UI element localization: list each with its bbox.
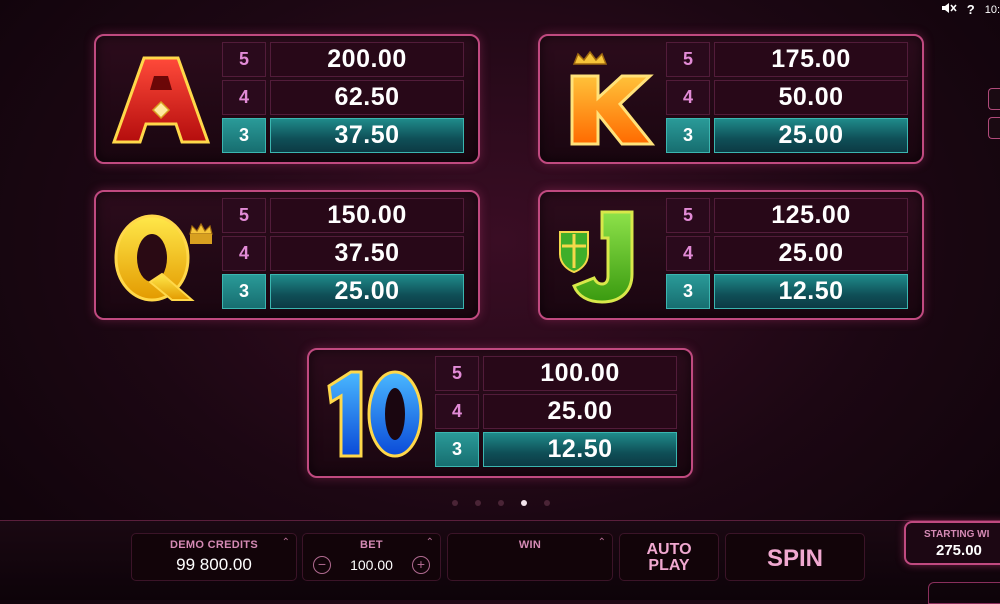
pay-value: 12.50 [714, 274, 908, 309]
symbol-j-icon [550, 202, 660, 308]
side-tab-top[interactable] [988, 88, 1000, 110]
credits-panel[interactable]: DEMO CREDITS 99 800.00 ⌃ [131, 533, 297, 581]
starting-win-value: 275.00 [936, 542, 982, 559]
pay-value: 37.50 [270, 118, 464, 153]
speaker-mute-icon[interactable] [941, 2, 957, 17]
pay-value: 62.50 [270, 80, 464, 115]
autoplay-label-line1: AUTO [646, 541, 692, 558]
bet-decrease-button[interactable]: − [313, 556, 331, 574]
paytable-card-j: 5 125.00 4 25.00 3 12.50 [538, 190, 924, 320]
bet-increase-button[interactable]: + [412, 556, 430, 574]
win-label: WIN [518, 539, 542, 551]
paytable-card-a: 5 200.00 4 62.50 3 37.50 [94, 34, 480, 164]
pay-value: 25.00 [270, 274, 464, 309]
pay-count: 5 [435, 356, 479, 391]
credits-value: 99 800.00 [176, 555, 252, 574]
bet-panel: BET 100.00 ⌃ − + [302, 533, 441, 581]
top-status-bar: ? 10: [941, 2, 1000, 17]
paytable-card-k: 5 175.00 4 50.00 3 25.00 [538, 34, 924, 164]
chevron-up-icon: ⌃ [597, 537, 606, 548]
starting-win-label: STARTING WI [924, 529, 990, 540]
autoplay-button[interactable]: AUTO PLAY [619, 533, 719, 581]
starting-win-badge: STARTING WI 275.00 [904, 521, 1000, 565]
pay-value: 25.00 [714, 236, 908, 271]
pay-value: 150.00 [270, 198, 464, 233]
pay-value: 50.00 [714, 80, 908, 115]
pay-value: 125.00 [714, 198, 908, 233]
chevron-up-icon: ⌃ [425, 537, 434, 548]
pay-count: 3 [222, 118, 266, 153]
symbol-q-icon [106, 202, 216, 308]
pay-count: 5 [222, 198, 266, 233]
pay-count: 3 [666, 274, 710, 309]
paytable-card-10: 5 100.00 4 25.00 3 12.50 [307, 348, 693, 478]
page-dot[interactable] [544, 500, 550, 506]
pay-count: 4 [666, 80, 710, 115]
pay-value: 25.00 [483, 394, 677, 429]
pay-count: 5 [666, 198, 710, 233]
pay-value: 25.00 [714, 118, 908, 153]
pay-value: 37.50 [270, 236, 464, 271]
credits-label: DEMO CREDITS [170, 539, 258, 551]
spin-button[interactable]: SPIN [725, 533, 865, 581]
symbol-k-icon [550, 46, 660, 152]
corner-tab[interactable] [928, 582, 1000, 604]
page-dot[interactable] [498, 500, 504, 506]
pay-count: 4 [435, 394, 479, 429]
pay-count: 3 [435, 432, 479, 467]
pay-count: 3 [666, 118, 710, 153]
side-tab-bottom[interactable] [988, 117, 1000, 139]
symbol-a-icon [106, 46, 216, 152]
chevron-up-icon: ⌃ [281, 537, 290, 548]
win-panel: WIN ⌃ [447, 533, 613, 581]
page-dot[interactable] [475, 500, 481, 506]
pay-value: 175.00 [714, 42, 908, 77]
symbol-10-icon [319, 360, 429, 466]
paytable-card-q: 5 150.00 4 37.50 3 25.00 [94, 190, 480, 320]
page-indicator [452, 500, 550, 506]
pay-count: 4 [222, 80, 266, 115]
pay-value: 100.00 [483, 356, 677, 391]
page-dot-active[interactable] [521, 500, 527, 506]
help-icon[interactable]: ? [967, 2, 975, 17]
pay-value: 12.50 [483, 432, 677, 467]
autoplay-label-line2: PLAY [648, 557, 690, 574]
pay-count: 4 [222, 236, 266, 271]
pay-count: 5 [666, 42, 710, 77]
pay-value: 200.00 [270, 42, 464, 77]
spin-label: SPIN [766, 545, 823, 572]
clock-text: 10: [984, 3, 1000, 16]
pay-count: 5 [222, 42, 266, 77]
page-dot[interactable] [452, 500, 458, 506]
pay-count: 4 [666, 236, 710, 271]
bet-label: BET [360, 539, 383, 551]
pay-count: 3 [222, 274, 266, 309]
